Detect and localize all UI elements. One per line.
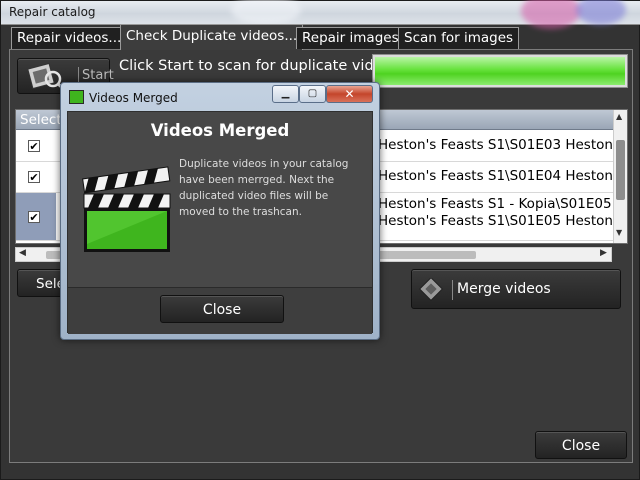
- window-title: Repair catalog: [9, 5, 96, 19]
- close-button-label: Close: [561, 438, 601, 454]
- titlebar: Repair catalog: [1, 0, 640, 29]
- titlebar-glow-pink: [521, 0, 581, 29]
- scan-status-text: Click Start to scan for duplicate videos…: [119, 58, 413, 74]
- select-column-header[interactable]: Select: [20, 112, 62, 128]
- titlebar-glow-blue: [576, 0, 626, 25]
- scroll-up-icon[interactable]: ▲: [616, 112, 622, 121]
- tab-repair-images[interactable]: Repair images: [296, 27, 405, 49]
- row-path: Heston's Feasts S1\S01E05 Heston's: [378, 213, 624, 229]
- row-checkbox[interactable]: ✔: [28, 140, 40, 153]
- dialog-body: Videos Merged Duplicate videos in your c…: [67, 111, 373, 334]
- row-checkbox[interactable]: ✔: [28, 171, 40, 184]
- button-separator: [452, 280, 453, 300]
- clapperboard-icon: [69, 90, 84, 104]
- scan-progress-bar: [372, 54, 628, 88]
- merge-videos-label: Merge videos: [457, 281, 551, 297]
- row-path: Heston's Feasts S1\S01E03 Heston's: [378, 137, 624, 153]
- row-path: Heston's Feasts S1 - Kopia\S01E05 H: [378, 196, 626, 212]
- maximize-button[interactable]: ▢: [299, 85, 326, 103]
- merge-videos-button[interactable]: Merge videos: [411, 269, 621, 309]
- tab-check-duplicate-videos[interactable]: Check Duplicate videos...: [120, 24, 304, 50]
- dialog-heading: Videos Merged: [150, 121, 290, 140]
- titlebar-glow: [231, 0, 301, 25]
- minimize-button[interactable]: ▁: [272, 85, 299, 103]
- tab-repair-videos[interactable]: Repair videos...: [11, 27, 128, 49]
- dialog-close-x-button[interactable]: ✕: [326, 85, 373, 103]
- tab-scan-for-images[interactable]: Scan for images: [398, 27, 520, 49]
- dialog-title: Videos Merged: [89, 91, 178, 105]
- videos-merged-dialog: Videos Merged ▁ ▢ ✕ Videos Merged Duplic…: [60, 82, 380, 340]
- dialog-message: Duplicate videos in your catalog have be…: [179, 158, 349, 218]
- scroll-left-icon[interactable]: ◀: [19, 248, 26, 258]
- dialog-close-label: Close: [202, 302, 242, 318]
- dialog-footer: Close: [68, 288, 372, 334]
- start-label: Start: [82, 68, 114, 83]
- progress-fill: [375, 57, 625, 85]
- scroll-right-icon[interactable]: ▶: [600, 248, 607, 258]
- close-button[interactable]: Close: [535, 431, 627, 459]
- row-path: Heston's Feasts S1\S01E04 Heston's: [378, 168, 624, 184]
- dialog-close-button[interactable]: Close: [160, 295, 284, 323]
- scroll-down-icon[interactable]: ▼: [616, 228, 622, 237]
- vertical-scrollbar[interactable]: ▲ ▼: [613, 110, 627, 243]
- scrollbar-thumb[interactable]: [616, 140, 625, 200]
- merge-film-icon: [418, 278, 444, 302]
- row-checkbox[interactable]: ✔: [28, 211, 40, 224]
- clapperboard-icon: [82, 166, 171, 252]
